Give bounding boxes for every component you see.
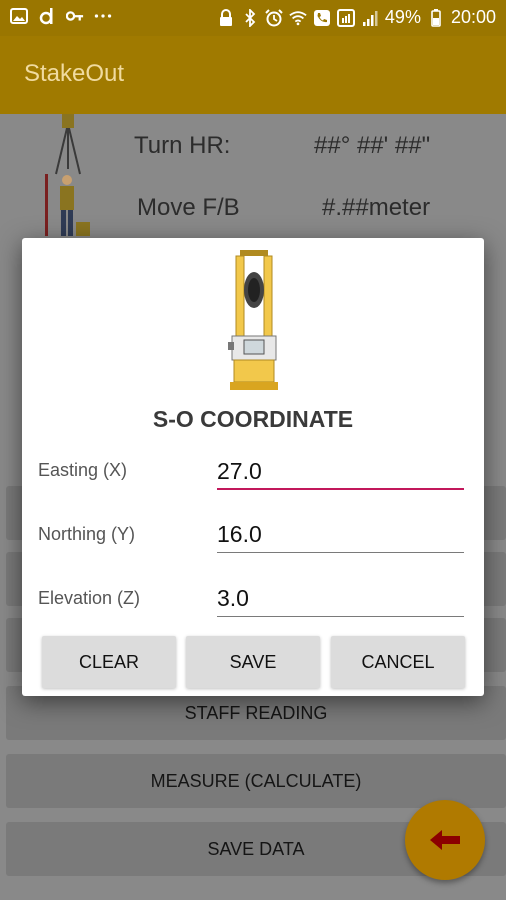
lock-icon <box>217 8 235 27</box>
turn-hr-value: ##° ##' ##" <box>314 132 431 159</box>
app-title: StakeOut <box>24 60 125 87</box>
back-arrow-icon <box>430 830 460 850</box>
move-fb-label: Move F/B <box>137 194 240 221</box>
clear-button[interactable]: CLEAR <box>42 636 176 688</box>
theodolite-illustration <box>228 250 278 390</box>
back-fab[interactable] <box>405 800 485 880</box>
wifi-icon <box>289 9 307 27</box>
alarm-icon <box>265 8 283 27</box>
easting-label: Easting (X) <box>38 460 128 480</box>
status-bar: 49% 20:00 <box>0 0 506 36</box>
signal-icon <box>361 9 379 27</box>
sim-icon <box>336 8 355 27</box>
battery-percent: 49% <box>384 7 421 27</box>
easting-input[interactable] <box>217 450 464 490</box>
elevation-input[interactable] <box>217 577 464 617</box>
save-button[interactable]: SAVE <box>186 636 320 688</box>
turn-hr-label: Turn HR: <box>134 132 231 159</box>
surveyor-illustration <box>45 114 90 236</box>
status-right: 49% 20:00 <box>217 7 496 28</box>
northing-label: Northing (Y) <box>38 524 136 544</box>
dialog-title: S-O COORDINATE <box>152 406 354 432</box>
status-left-icons <box>10 7 112 25</box>
battery-icon <box>427 8 445 27</box>
more-icon <box>94 7 112 25</box>
call-icon <box>313 9 331 27</box>
app-bar: StakeOut <box>0 36 506 114</box>
image-icon <box>10 7 28 25</box>
move-fb-value: #.##meter <box>322 194 431 221</box>
key-icon <box>66 7 84 25</box>
bluetooth-icon <box>241 8 259 27</box>
d-icon <box>38 7 56 25</box>
elevation-label: Elevation (Z) <box>38 588 141 608</box>
so-coordinate-dialog: S-O COORDINATE Easting (X) Northing (Y) … <box>22 238 484 696</box>
clock: 20:00 <box>450 7 496 27</box>
cancel-button[interactable]: CANCEL <box>331 636 465 688</box>
measure-calculate-button[interactable]: MEASURE (CALCULATE) <box>6 754 506 808</box>
northing-input[interactable] <box>217 513 464 553</box>
